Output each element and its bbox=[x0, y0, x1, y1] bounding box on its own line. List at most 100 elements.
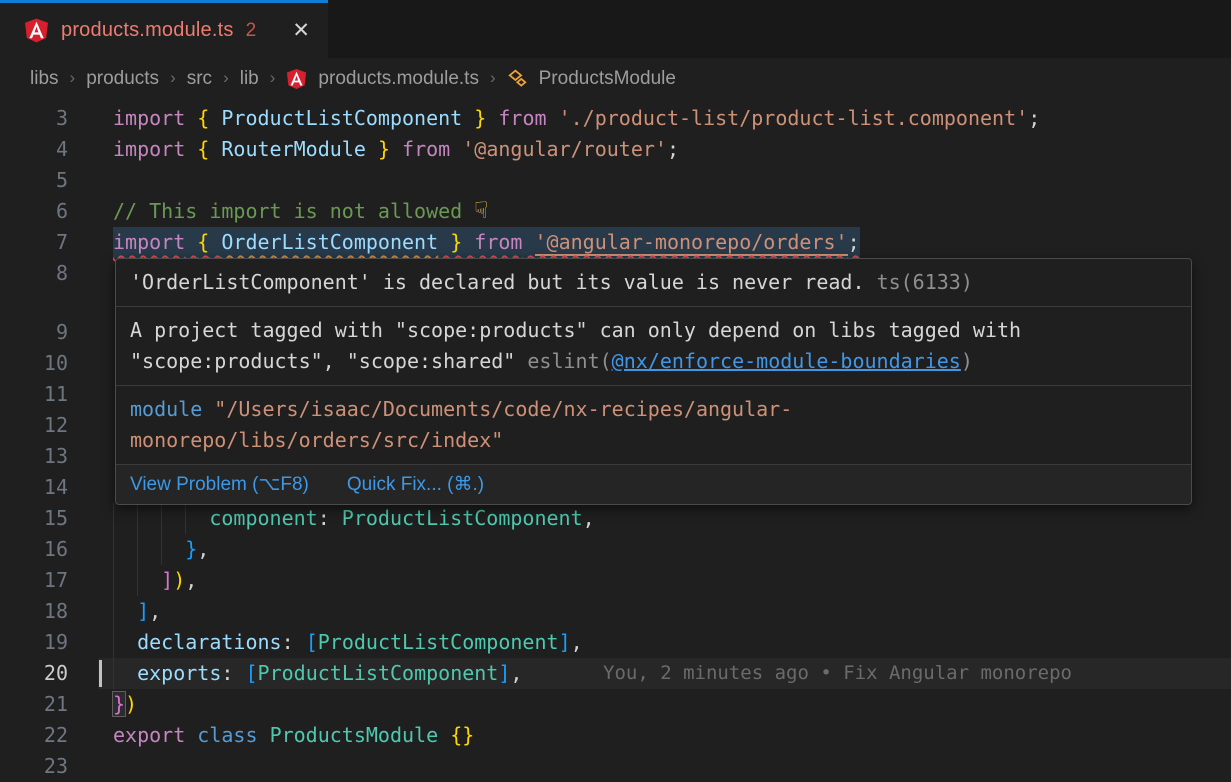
code-line-4[interactable]: 4import { RouterModule } from '@angular/… bbox=[0, 134, 1231, 165]
code-token: ☟ bbox=[474, 198, 488, 224]
code-token bbox=[462, 106, 474, 130]
code-token bbox=[486, 106, 498, 130]
code-token: : bbox=[282, 630, 306, 654]
code-token bbox=[547, 106, 559, 130]
code-line-16[interactable]: 16 }, bbox=[0, 534, 1231, 565]
breadcrumb-item-file[interactable]: products.module.ts bbox=[318, 68, 479, 90]
code-token: ] bbox=[559, 630, 571, 654]
code-token: , bbox=[583, 506, 595, 530]
code-token bbox=[438, 723, 450, 747]
code-token: RouterModule bbox=[221, 137, 366, 161]
code-token: import bbox=[113, 106, 185, 130]
code-token: , bbox=[149, 599, 161, 623]
chevron-right-icon: › bbox=[223, 68, 229, 88]
code-token: } bbox=[450, 230, 462, 254]
code-token bbox=[522, 230, 534, 254]
breadcrumb-item-lib[interactable]: lib bbox=[240, 68, 259, 90]
module-keyword: module bbox=[130, 397, 202, 421]
line-number: 7 bbox=[0, 227, 68, 258]
code-token: ProductListComponent bbox=[318, 630, 559, 654]
ts-error-source: ts(6133) bbox=[877, 270, 973, 294]
code-line-19[interactable]: 19 declarations: [ProductListComponent], bbox=[0, 627, 1231, 658]
code-line-15[interactable]: 15 component: ProductListComponent, bbox=[0, 503, 1231, 534]
line-code-text: ]), bbox=[113, 565, 197, 596]
code-token: ] bbox=[137, 599, 149, 623]
line-code-text: exports: [ProductListComponent], bbox=[113, 658, 522, 689]
code-token bbox=[185, 723, 197, 747]
code-token bbox=[113, 506, 209, 530]
code-token: './product-list/product-list.component' bbox=[559, 106, 1029, 130]
code-token: ; bbox=[848, 230, 860, 254]
line-number: 9 bbox=[0, 317, 68, 348]
code-token: ] bbox=[498, 661, 510, 685]
code-token: } bbox=[185, 537, 197, 561]
angular-icon bbox=[24, 17, 49, 44]
line-number: 8 bbox=[0, 258, 68, 289]
code-token: , bbox=[571, 630, 583, 654]
code-line-20[interactable]: 20 exports: [ProductListComponent],You, … bbox=[0, 658, 1231, 689]
line-code-text: declarations: [ProductListComponent], bbox=[113, 627, 583, 658]
code-token: export bbox=[113, 723, 185, 747]
code-token: exports bbox=[137, 661, 221, 685]
code-token bbox=[366, 137, 378, 161]
breadcrumb-item-src[interactable]: src bbox=[187, 68, 212, 90]
hover-action-bar: View Problem (⌥F8) Quick Fix... (⌘.) bbox=[116, 465, 1191, 504]
code-token: { bbox=[197, 106, 209, 130]
code-token: // This import is not allowed bbox=[113, 199, 474, 223]
code-token bbox=[209, 106, 221, 130]
breadcrumb-item-symbol[interactable]: ProductsModule bbox=[539, 68, 676, 90]
code-line-23[interactable]: 23 bbox=[0, 751, 1231, 782]
quick-fix-action[interactable]: Quick Fix... (⌘.) bbox=[347, 469, 484, 500]
line-number: 11 bbox=[0, 379, 68, 410]
line-code-text: component: ProductListComponent, bbox=[113, 503, 595, 534]
code-token bbox=[113, 661, 137, 685]
code-token bbox=[113, 537, 185, 561]
line-number: 4 bbox=[0, 134, 68, 165]
code-token bbox=[258, 723, 270, 747]
code-token: , bbox=[185, 568, 197, 592]
code-token bbox=[185, 137, 197, 161]
close-icon[interactable]: ✕ bbox=[292, 20, 310, 41]
breadcrumb-item-products[interactable]: products bbox=[86, 68, 159, 90]
code-line-17[interactable]: 17 ]), bbox=[0, 565, 1231, 596]
line-code-text: }) bbox=[113, 689, 137, 720]
line-code-text: import { OrderListComponent } from '@ang… bbox=[113, 227, 860, 258]
code-line-21[interactable]: 21}) bbox=[0, 689, 1231, 720]
code-line-5[interactable]: 5 bbox=[0, 165, 1231, 196]
eslint-message-line1: A project tagged with "scope:products" c… bbox=[130, 315, 1177, 346]
code-token: from bbox=[498, 106, 546, 130]
chevron-right-icon: › bbox=[70, 68, 76, 88]
code-line-22[interactable]: 22export class ProductsModule {} bbox=[0, 720, 1231, 751]
line-number: 6 bbox=[0, 196, 68, 227]
line-number: 17 bbox=[0, 565, 68, 596]
code-token bbox=[113, 599, 137, 623]
line-number: 15 bbox=[0, 503, 68, 534]
view-problem-action[interactable]: View Problem (⌥F8) bbox=[130, 469, 309, 500]
tab-bar: products.module.ts 2 ✕ bbox=[0, 0, 1231, 58]
code-line-7[interactable]: 7 import { OrderListComponent } from '@an… bbox=[0, 227, 1231, 258]
code-token: component bbox=[209, 506, 317, 530]
line-number: 13 bbox=[0, 441, 68, 472]
code-token: from bbox=[402, 137, 450, 161]
line-code-text: export class ProductsModule {} bbox=[113, 720, 474, 751]
code-line-3[interactable]: 3import { ProductListComponent } from '.… bbox=[0, 103, 1231, 134]
code-line-6[interactable]: 6 // This import is not allowed ☟ bbox=[0, 196, 1231, 227]
breadcrumb-item-libs[interactable]: libs bbox=[30, 68, 59, 90]
module-path-line1: "/Users/isaac/Documents/code/nx-recipes/… bbox=[214, 397, 792, 421]
error-hover-popup: 'OrderListComponent' is declared but its… bbox=[115, 258, 1192, 505]
tab-products-module[interactable]: products.module.ts 2 ✕ bbox=[0, 0, 328, 58]
code-token: , bbox=[510, 661, 522, 685]
line-number: 21 bbox=[0, 689, 68, 720]
code-token bbox=[185, 106, 197, 130]
code-token: OrderListComponent bbox=[221, 230, 438, 254]
git-blame-annotation: You, 2 minutes ago • Fix Angular monorep… bbox=[603, 658, 1072, 689]
code-token: [ bbox=[306, 630, 318, 654]
code-token: ] bbox=[161, 568, 173, 592]
code-token: { bbox=[197, 137, 209, 161]
code-token: ProductListComponent bbox=[342, 506, 583, 530]
eslint-rule-link[interactable]: @nx/enforce-module-boundaries bbox=[612, 349, 961, 373]
hover-module-info: module "/Users/isaac/Documents/code/nx-r… bbox=[116, 386, 1191, 465]
line-number: 14 bbox=[0, 472, 68, 503]
module-path-line2: monorepo/libs/orders/src/index" bbox=[130, 425, 1177, 456]
code-line-18[interactable]: 18 ], bbox=[0, 596, 1231, 627]
